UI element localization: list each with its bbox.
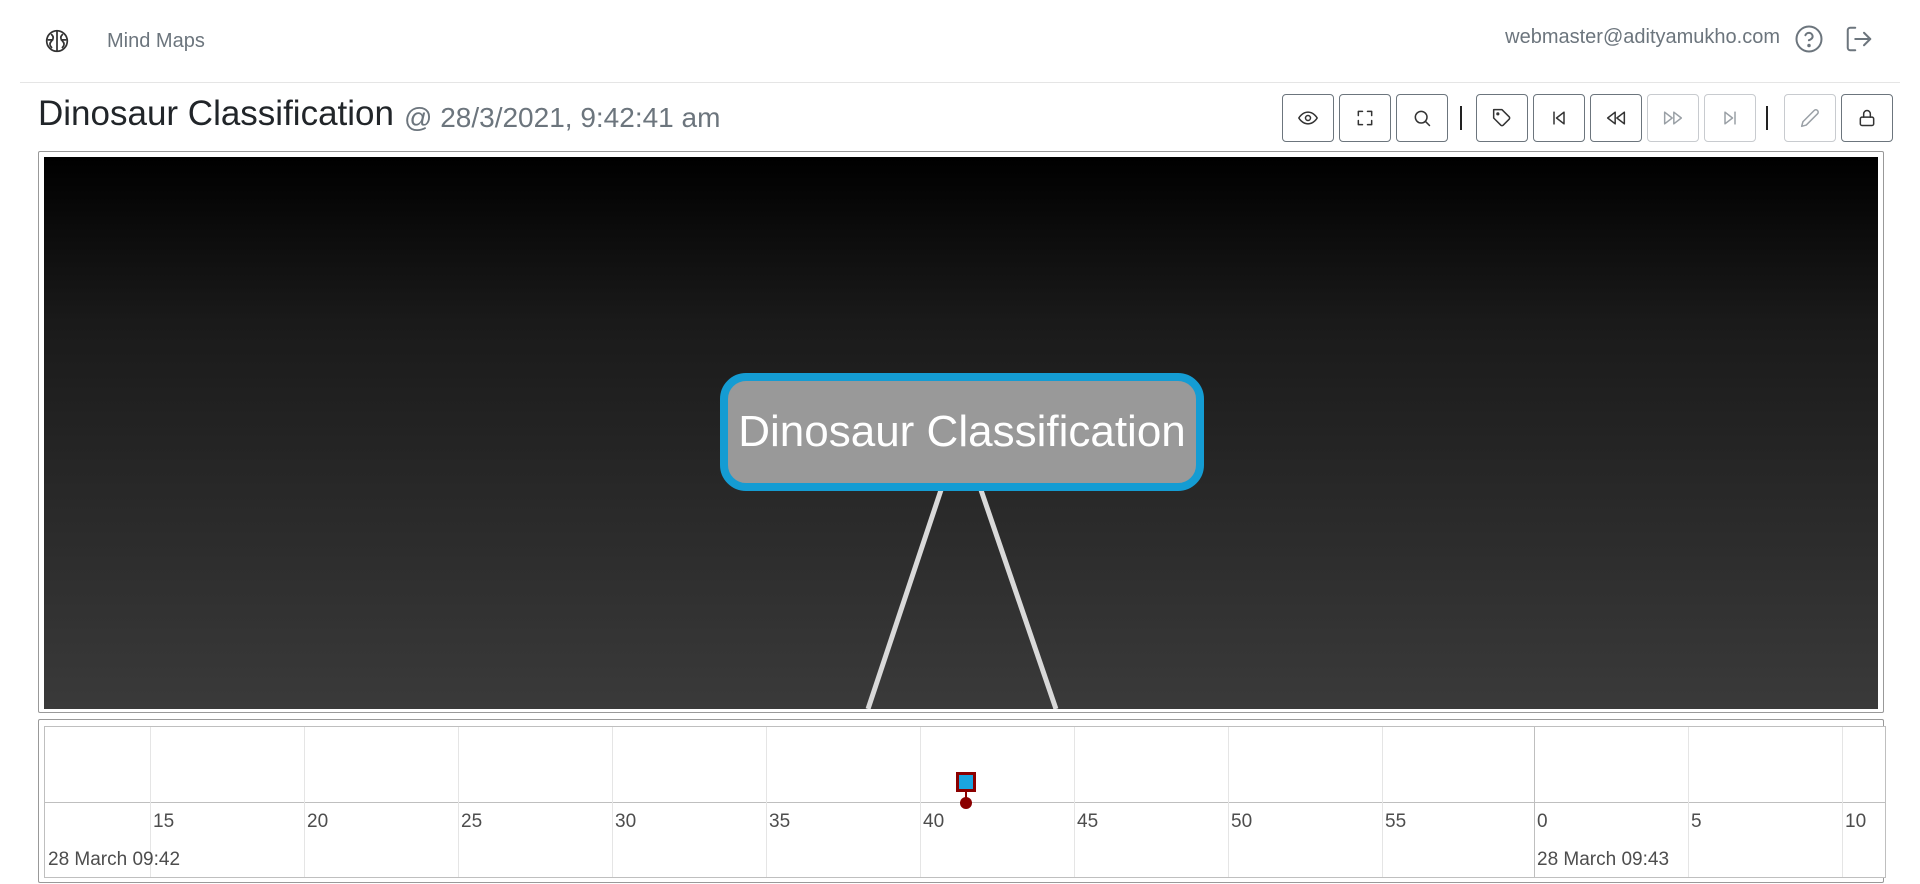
- logout-icon[interactable]: [1844, 24, 1874, 54]
- timeline-tick-label: 45: [1077, 811, 1099, 832]
- edge: [865, 489, 944, 709]
- timeline-tick-label: 30: [615, 811, 637, 832]
- navbar: Mind Maps webmaster@adityamukho.com: [20, 0, 1900, 83]
- brain-icon[interactable]: [44, 28, 70, 54]
- skip-forward-icon: [1724, 111, 1736, 125]
- user-email: webmaster@adityamukho.com: [1505, 26, 1780, 48]
- last-button[interactable]: [1704, 94, 1756, 142]
- toolbar: [1282, 94, 1894, 142]
- fast-forward-icon: [1663, 111, 1683, 125]
- timeline-tick-label: 55: [1385, 811, 1407, 832]
- toolbar-separator: [1766, 106, 1768, 130]
- timeline-gridline: [766, 727, 767, 877]
- timeline-tick-label: 25: [461, 811, 483, 832]
- search-button[interactable]: [1396, 94, 1448, 142]
- next-button[interactable]: [1647, 94, 1699, 142]
- fullscreen-icon: [1357, 110, 1373, 126]
- first-button[interactable]: [1533, 94, 1585, 142]
- tag-button[interactable]: [1476, 94, 1528, 142]
- timeline-gridline: [304, 727, 305, 877]
- lock-icon: [1859, 109, 1875, 127]
- rewind-icon: [1606, 111, 1626, 125]
- timeline-gridline: [1688, 727, 1689, 877]
- fit-button[interactable]: [1339, 94, 1391, 142]
- skip-back-icon: [1553, 111, 1565, 125]
- timeline-event-dot: [960, 797, 972, 809]
- eye-icon: [1298, 111, 1318, 125]
- timeline-tick-label: 40: [923, 811, 945, 832]
- root-node-label: Dinosaur Classification: [738, 407, 1186, 456]
- root-node[interactable]: Dinosaur Classification: [720, 373, 1204, 491]
- mindmap-canvas[interactable]: Dinosaur Classification: [44, 157, 1878, 709]
- timeline-major-label: 28 March 09:43: [1537, 849, 1670, 870]
- help-circle-icon[interactable]: [1794, 24, 1824, 54]
- show-button[interactable]: [1282, 94, 1334, 142]
- toolbar-separator: [1460, 106, 1462, 130]
- page-timestamp: @ 28/3/2021, 9:42:41 am: [404, 102, 721, 133]
- timeline[interactable]: 15 20 25 30 35 40 45 50 55 0 5 10 28 Mar…: [44, 726, 1886, 878]
- timeline-tick-label: 20: [307, 811, 329, 832]
- timeline-tick-label: 0: [1537, 811, 1548, 832]
- timeline-gridline: [1074, 727, 1075, 877]
- timeline-gridline: [920, 727, 921, 877]
- timeline-tick-label: 35: [769, 811, 791, 832]
- timeline-tick-label: 15: [153, 811, 175, 832]
- timeline-gridline-major: [1534, 727, 1535, 877]
- timeline-gridline: [458, 727, 459, 877]
- timeline-tick-label: 50: [1231, 811, 1253, 832]
- timeline-gridline: [1228, 727, 1229, 877]
- timeline-major-label: 28 March 09:42: [48, 849, 181, 870]
- timeline-event[interactable]: [956, 772, 976, 792]
- timeline-gridline: [1382, 727, 1383, 877]
- lock-button[interactable]: [1841, 94, 1893, 142]
- edge: [978, 489, 1059, 709]
- timeline-tick-label: 5: [1691, 811, 1702, 832]
- tag-icon: [1492, 108, 1511, 127]
- brand-link[interactable]: Mind Maps: [107, 30, 205, 53]
- previous-button[interactable]: [1590, 94, 1642, 142]
- edit-button[interactable]: [1784, 94, 1836, 142]
- timeline-gridline: [1842, 727, 1843, 877]
- page-title: Dinosaur Classification: [38, 94, 394, 133]
- timeline-tick-label: 10: [1845, 811, 1867, 832]
- edit-icon: [1800, 109, 1819, 128]
- search-icon: [1414, 110, 1431, 127]
- timeline-gridline: [612, 727, 613, 877]
